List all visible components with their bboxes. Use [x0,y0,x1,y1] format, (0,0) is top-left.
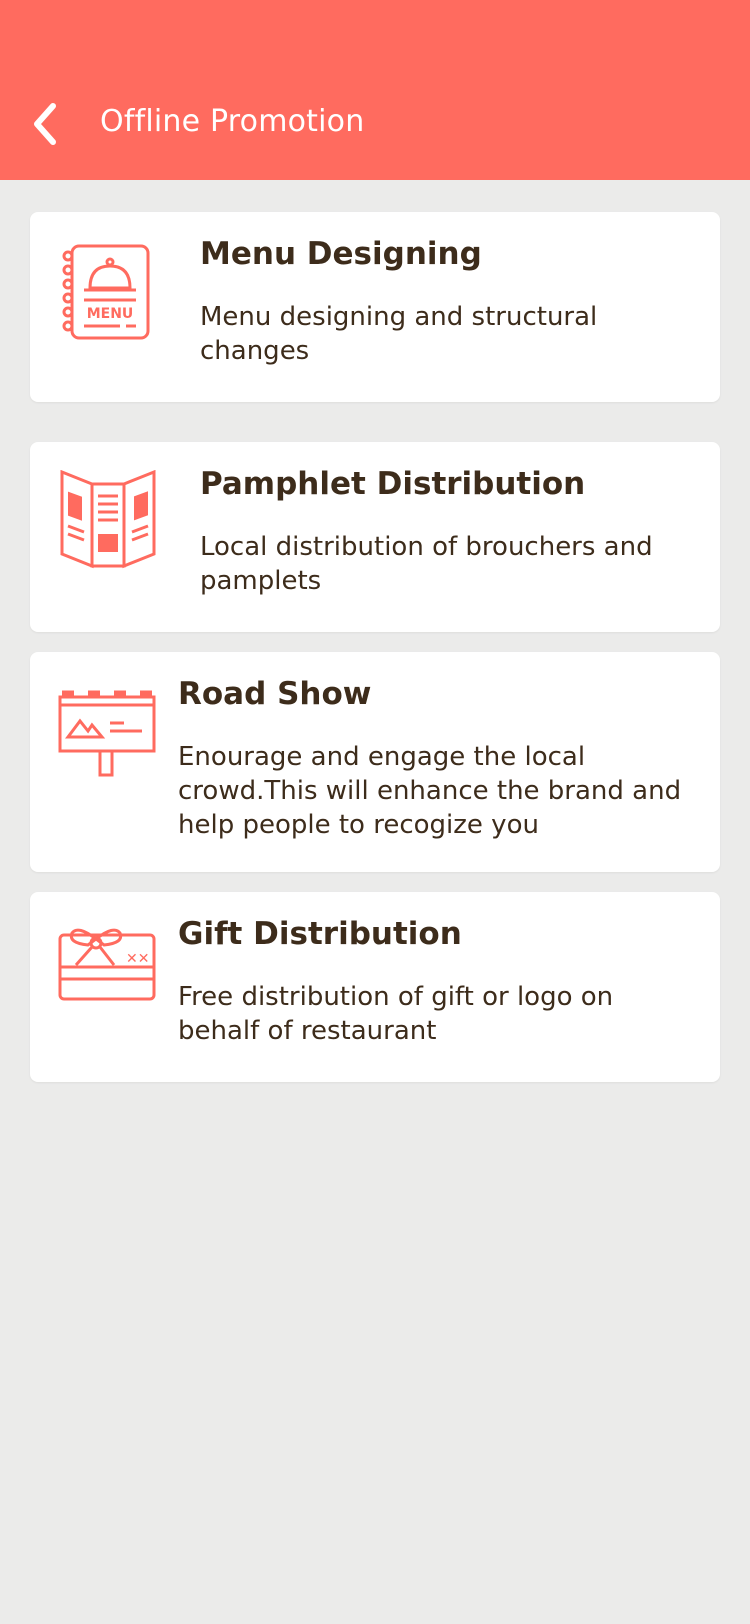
service-title: Road Show [178,676,372,712]
service-title: Menu Designing [200,236,482,272]
page-title: Offline Promotion [100,104,365,139]
menu-book-icon: MENU [58,242,158,342]
service-description: Local distribution of brouchers and pamp… [200,532,653,596]
service-card-gift-distribution[interactable]: ✕✕ Gift Distribution Free distribution o… [30,892,720,1082]
service-card-road-show[interactable]: Road Show Enourage and engage the local … [30,652,720,872]
app-header: Offline Promotion [0,0,750,180]
service-title: Gift Distribution [178,916,462,952]
svg-text:MENU: MENU [87,306,134,322]
service-description: Free distribution of gift or logo on beh… [178,982,614,1046]
back-button[interactable] [20,96,70,152]
svg-text:✕✕: ✕✕ [126,951,149,967]
gift-card-icon: ✕✕ [58,916,158,1016]
pamphlet-icon [58,469,158,570]
service-description: Menu designing and structural changes [200,302,598,366]
service-card-menu-designing[interactable]: MENU Menu Designing Menu designing and s… [30,212,720,402]
service-description: Enourage and engage the local crowd.This… [178,742,682,840]
service-card-pamphlet-distribution[interactable]: Pamphlet Distribution Local distribution… [30,442,720,632]
billboard-icon [58,686,158,786]
chevron-left-icon [34,103,56,145]
service-title: Pamphlet Distribution [200,466,586,502]
